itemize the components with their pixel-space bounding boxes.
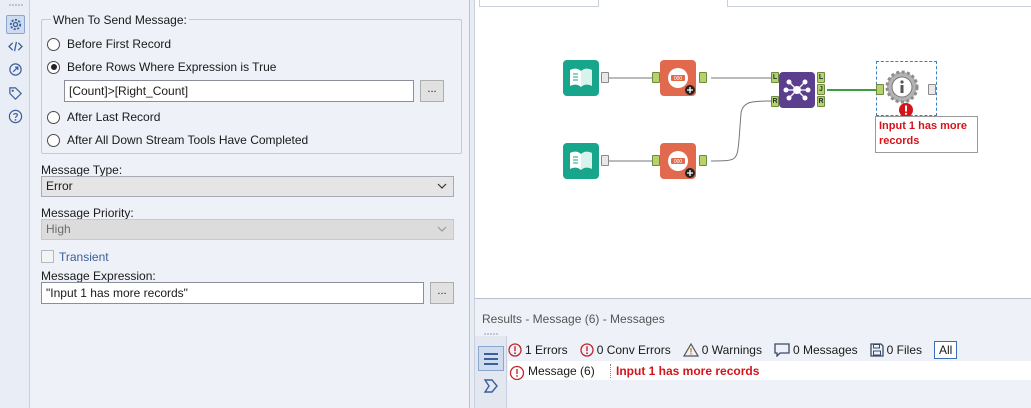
results-row[interactable]: Message (6) Input 1 has more records xyxy=(508,361,1031,380)
book-icon xyxy=(570,151,592,170)
message-filter-bar: 1 Errors 0 Conv Errors 0 Warnings 0 Mess… xyxy=(508,339,969,360)
transient-checkbox[interactable] xyxy=(41,250,54,263)
join-icon xyxy=(783,79,811,101)
radio-before-first-record[interactable]: Before First Record xyxy=(47,36,171,52)
message-type-select[interactable]: Error xyxy=(41,176,454,197)
radio-button[interactable] xyxy=(47,37,60,51)
expression-editor-button[interactable]: ... xyxy=(420,80,444,102)
results-title: Results - Message (6) - Messages xyxy=(482,312,665,326)
error-message-bubble: Input 1 has more records xyxy=(875,116,978,153)
configuration-panel: When To Send Message: Before First Recor… xyxy=(30,0,470,408)
message-type-label: Message Type: xyxy=(41,163,123,177)
grip-icon xyxy=(9,4,23,6)
expression-input[interactable]: [Count]>[Right_Count] xyxy=(64,80,414,102)
message-priority-value: High xyxy=(46,222,71,236)
left-input-anchor[interactable]: L xyxy=(771,72,779,83)
filter-conv-errors-label: 0 Conv Errors xyxy=(596,342,671,357)
chevron-tag-icon xyxy=(483,378,498,393)
when-to-send-group: When To Send Message: Before First Recor… xyxy=(41,13,462,154)
list-icon xyxy=(484,352,498,365)
help-icon[interactable] xyxy=(6,107,25,126)
message-bubble-icon xyxy=(774,342,790,357)
filter-errors[interactable]: 1 Errors xyxy=(508,343,568,357)
left-output-anchor[interactable]: L xyxy=(817,72,825,83)
filter-errors-label: 1 Errors xyxy=(525,342,568,357)
filter-messages[interactable]: 0 Messages xyxy=(774,343,858,357)
group-title: When To Send Message: xyxy=(51,13,189,27)
tool-icon-rail xyxy=(0,0,30,408)
message-expression-editor-button[interactable]: ... xyxy=(430,282,454,304)
output-anchor[interactable] xyxy=(699,155,707,166)
output-anchor[interactable] xyxy=(699,72,707,83)
right-input-anchor[interactable]: R xyxy=(771,96,779,107)
output-anchor[interactable] xyxy=(601,72,609,83)
count-records-tool-2[interactable]: 000 xyxy=(660,143,696,179)
count-records-tool-1[interactable]: 000 xyxy=(660,60,696,96)
count-icon: 000 xyxy=(668,68,695,95)
output-anchor[interactable] xyxy=(601,155,609,166)
results-panel: Results - Message (6) - Messages 1 Error… xyxy=(474,298,1031,408)
message-expression-input[interactable]: "Input 1 has more records" xyxy=(41,282,424,304)
chevron-down-icon xyxy=(437,183,447,189)
error-icon xyxy=(508,342,522,357)
message-type-value: Error xyxy=(46,179,73,193)
input-anchor[interactable] xyxy=(652,72,660,83)
filter-messages-label: 0 Messages xyxy=(792,342,858,357)
count-icon: 000 xyxy=(668,151,695,178)
tag-icon[interactable] xyxy=(6,84,25,103)
filter-conv-errors[interactable]: 0 Conv Errors xyxy=(580,343,671,357)
join-tool[interactable] xyxy=(779,72,815,108)
message-tool[interactable] xyxy=(885,70,919,104)
info-gear-icon xyxy=(885,70,919,104)
output-anchor[interactable] xyxy=(928,84,936,95)
error-icon xyxy=(509,365,525,380)
chevron-down-icon xyxy=(437,226,447,232)
join-output-anchor[interactable]: J xyxy=(817,84,825,95)
book-icon xyxy=(570,68,592,87)
input-data-tool-1[interactable] xyxy=(563,60,599,96)
input-anchor[interactable] xyxy=(652,155,660,166)
message-priority-select[interactable]: High xyxy=(41,219,454,240)
right-output-anchor[interactable]: R xyxy=(817,96,825,107)
configuration-gear-icon[interactable] xyxy=(6,15,25,34)
radio-button-selected[interactable] xyxy=(47,60,60,74)
grip-icon xyxy=(484,333,498,335)
radio-label: Before Rows Where Expression is True xyxy=(67,60,277,74)
warning-icon xyxy=(682,342,699,357)
transient-label: Transient xyxy=(59,250,109,264)
filter-files[interactable]: 0 Files xyxy=(870,343,922,357)
radio-label: After All Down Stream Tools Have Complet… xyxy=(67,133,309,147)
radio-button[interactable] xyxy=(47,110,60,124)
workflow-canvas[interactable]: 000 000 L R L J R Input 1 has more recor… xyxy=(474,0,1031,298)
input-data-tool-2[interactable] xyxy=(563,143,599,179)
conversion-error-icon xyxy=(580,342,594,357)
radio-after-last-record[interactable]: After Last Record xyxy=(47,109,160,125)
result-message-text: Input 1 has more records xyxy=(610,363,759,378)
radio-label: Before First Record xyxy=(67,37,172,51)
input-anchor[interactable] xyxy=(876,84,884,95)
filter-warnings-label: 0 Warnings xyxy=(701,342,762,357)
messages-view-button[interactable] xyxy=(478,346,504,371)
annotation-icon[interactable] xyxy=(6,60,25,79)
radio-before-rows-expression[interactable]: Before Rows Where Expression is True xyxy=(47,59,276,75)
radio-button[interactable] xyxy=(47,133,60,147)
filter-files-label: 0 Files xyxy=(886,342,923,357)
filter-all-button[interactable]: All xyxy=(934,340,958,359)
message-priority-label: Message Priority: xyxy=(41,206,134,220)
result-tool-cell: Message (6) xyxy=(508,363,610,380)
radio-label: After Last Record xyxy=(67,110,161,124)
message-expression-label: Message Expression: xyxy=(41,269,156,283)
filter-warnings[interactable]: 0 Warnings xyxy=(682,342,762,357)
code-icon[interactable] xyxy=(6,37,25,56)
results-view-rail xyxy=(475,333,507,408)
svg-text:000: 000 xyxy=(674,76,683,82)
save-disk-icon xyxy=(870,342,884,357)
radio-after-downstream-tools[interactable]: After All Down Stream Tools Have Complet… xyxy=(47,132,308,148)
svg-text:000: 000 xyxy=(674,159,683,165)
data-view-button[interactable] xyxy=(478,373,504,398)
result-tool-name: Message (6) xyxy=(528,363,595,378)
